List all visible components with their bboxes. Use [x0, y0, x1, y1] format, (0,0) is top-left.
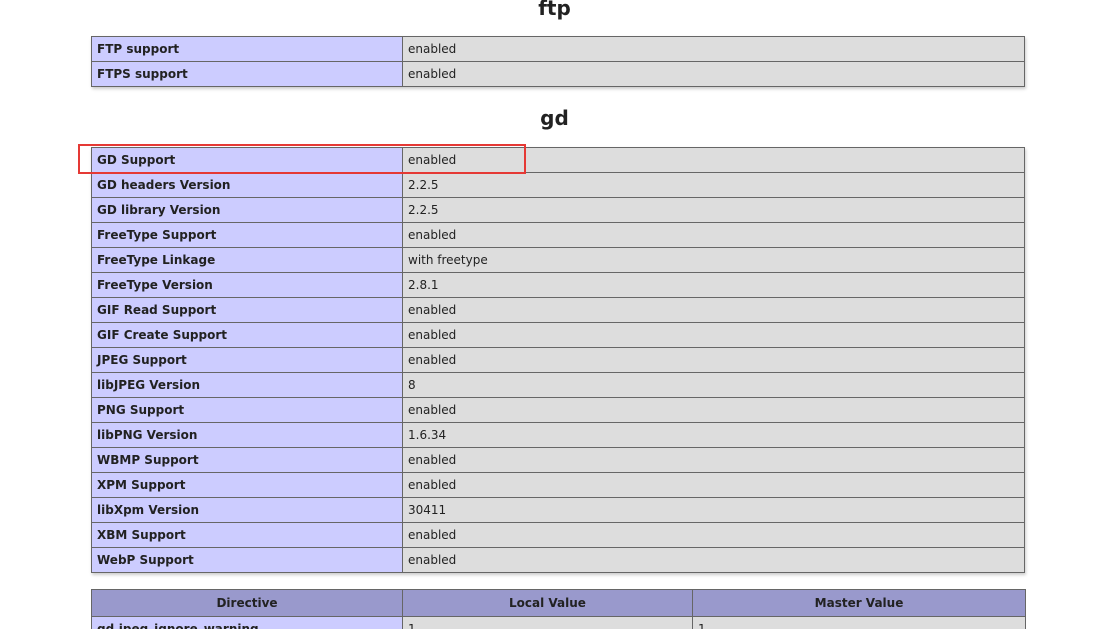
row-name: WebP Support — [91, 547, 403, 573]
row-value: enabled — [402, 36, 1025, 62]
row-name: GD Support — [91, 147, 403, 173]
table-row: FTP support enabled — [91, 36, 1025, 62]
row-value: 2.8.1 — [402, 272, 1025, 298]
row-value: enabled — [402, 522, 1025, 548]
master-value: 1 — [692, 616, 1026, 629]
row-name: XPM Support — [91, 472, 403, 498]
table-row: GIF Read Support enabled — [91, 297, 1025, 323]
row-value: 2.2.5 — [402, 197, 1025, 223]
section-title-gd: gd — [540, 106, 569, 130]
table-row: XPM Support enabled — [91, 472, 1025, 498]
row-value: enabled — [402, 222, 1025, 248]
gd-info-table: GD Support enabled GD headers Version 2.2.… — [91, 147, 1025, 573]
row-name: JPEG Support — [91, 347, 403, 373]
row-value: 1.6.34 — [402, 422, 1025, 448]
table-row: GIF Create Support enabled — [91, 322, 1025, 348]
row-value: enabled — [402, 447, 1025, 473]
row-name: FTPS support — [91, 61, 403, 87]
row-value: enabled — [402, 397, 1025, 423]
table-row: FreeType Support enabled — [91, 222, 1025, 248]
gd-directive-table: Directive Local Value Master Value gd.jp… — [91, 589, 1026, 629]
row-value: enabled — [402, 347, 1025, 373]
row-value: enabled — [402, 322, 1025, 348]
row-name: GIF Create Support — [91, 322, 403, 348]
row-name: FreeType Support — [91, 222, 403, 248]
row-name: libXpm Version — [91, 497, 403, 523]
row-name: GD headers Version — [91, 172, 403, 198]
row-name: FreeType Version — [91, 272, 403, 298]
master-value-column-header: Master Value — [692, 589, 1026, 617]
local-value: 1 — [402, 616, 693, 629]
row-name: libPNG Version — [91, 422, 403, 448]
row-value: enabled — [402, 472, 1025, 498]
table-row: FreeType Version 2.8.1 — [91, 272, 1025, 298]
table-row: GD headers Version 2.2.5 — [91, 172, 1025, 198]
row-value: with freetype — [402, 247, 1025, 273]
row-value: enabled — [402, 297, 1025, 323]
table-row: WebP Support enabled — [91, 547, 1025, 573]
table-row: libXpm Version 30411 — [91, 497, 1025, 523]
directive-column-header: Directive — [91, 589, 403, 617]
table-row: FreeType Linkage with freetype — [91, 247, 1025, 273]
row-value: 8 — [402, 372, 1025, 398]
row-name: WBMP Support — [91, 447, 403, 473]
row-name: PNG Support — [91, 397, 403, 423]
row-name: GD library Version — [91, 197, 403, 223]
table-row: libJPEG Version 8 — [91, 372, 1025, 398]
directive-header-row: Directive Local Value Master Value — [91, 589, 1026, 617]
phpinfo-page: ftp FTP support enabled FTPS support ena… — [0, 0, 1109, 629]
row-name: libJPEG Version — [91, 372, 403, 398]
table-row: gd.jpeg_ignore_warning 1 1 — [91, 616, 1026, 629]
row-name: XBM Support — [91, 522, 403, 548]
table-row: PNG Support enabled — [91, 397, 1025, 423]
table-row: GD Support enabled — [91, 147, 1025, 173]
table-row: WBMP Support enabled — [91, 447, 1025, 473]
table-row: libPNG Version 1.6.34 — [91, 422, 1025, 448]
row-name: FreeType Linkage — [91, 247, 403, 273]
ftp-info-table: FTP support enabled FTPS support enabled — [91, 36, 1025, 87]
table-row: JPEG Support enabled — [91, 347, 1025, 373]
table-row: FTPS support enabled — [91, 61, 1025, 87]
row-value: enabled — [402, 547, 1025, 573]
row-value: enabled — [402, 147, 1025, 173]
local-value-column-header: Local Value — [402, 589, 693, 617]
row-value: 30411 — [402, 497, 1025, 523]
section-title-ftp: ftp — [538, 0, 571, 20]
row-value: enabled — [402, 61, 1025, 87]
table-row: GD library Version 2.2.5 — [91, 197, 1025, 223]
table-row: XBM Support enabled — [91, 522, 1025, 548]
row-name: FTP support — [91, 36, 403, 62]
row-value: 2.2.5 — [402, 172, 1025, 198]
directive-name: gd.jpeg_ignore_warning — [91, 616, 403, 629]
row-name: GIF Read Support — [91, 297, 403, 323]
